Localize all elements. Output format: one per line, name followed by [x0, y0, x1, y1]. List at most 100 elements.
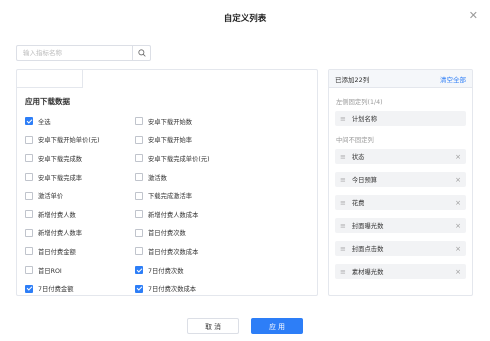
checkbox[interactable] [135, 191, 143, 200]
drag-handle-icon[interactable]: ≡ [340, 245, 346, 253]
checkbox[interactable] [25, 210, 33, 219]
selected-column-item[interactable]: ≡ 状态 × [335, 149, 466, 164]
option-row: 新增付费人数 新增付费人数成本 [25, 205, 315, 224]
option-row: 安卓下载完成率 激活数 [25, 168, 315, 187]
option-label: 7日付费金额 [38, 286, 74, 294]
column-label: 封面点击数 [351, 246, 384, 253]
metric-option[interactable]: 安卓下载开始率 [135, 131, 245, 150]
selected-column-item[interactable]: ≡ 封面点击数 × [335, 241, 466, 256]
metric-option[interactable]: 安卓下载完成数 [25, 149, 135, 168]
metric-option[interactable]: 7日付费次数成本 [135, 279, 245, 295]
dialog-title: 自定义列表 [223, 14, 267, 24]
metric-option[interactable]: 新增付费人数 [25, 205, 135, 224]
metric-options-grid: 全选 安卓下载开始数 安卓下载开始单价(元) 安卓下载开始率 安卓下载完成数 安卓下载完成… [25, 112, 315, 295]
category-tab[interactable] [17, 70, 83, 88]
checkbox[interactable] [25, 135, 33, 144]
option-row: 激活单价 下载完成激活率 [25, 186, 315, 205]
selected-column-item[interactable]: ≡ 今日预算 × [335, 172, 466, 187]
checkbox[interactable] [135, 117, 143, 126]
close-icon[interactable]: ✕ [469, 10, 478, 21]
metric-option[interactable]: 安卓下载开始单价(元) [25, 131, 135, 150]
metric-option[interactable]: 激活数 [135, 168, 245, 187]
option-label: 7日付费次数 [148, 267, 184, 275]
option-row: 首日付费金额 首日付费次数成本 [25, 242, 315, 261]
metric-option[interactable]: 首日付费金额 [25, 242, 135, 261]
apply-button[interactable]: 应 用 [251, 318, 303, 334]
custom-columns-dialog: 自定义列表 ✕ 输入指标名称 应用下载数据 全选 安卓下载开始数 安卓下载开始单价(… [0, 0, 490, 341]
metric-option[interactable]: 新增付费人数成本 [135, 205, 245, 224]
column-label: 今日预算 [351, 177, 378, 184]
checkbox[interactable] [25, 284, 33, 293]
selected-column-item[interactable]: ≡ 素材曝光数 × [335, 264, 466, 279]
drag-handle-icon[interactable]: ≡ [340, 176, 346, 184]
search-input[interactable]: 输入指标名称 [17, 46, 132, 60]
metric-option[interactable]: 新增付费人数率 [25, 224, 135, 243]
drag-handle-icon[interactable]: ≡ [340, 222, 346, 230]
search-icon [137, 49, 146, 57]
column-label: 状态 [351, 154, 365, 161]
remove-icon[interactable]: × [455, 268, 461, 276]
option-label: 新增付费人数 [38, 211, 76, 219]
option-label: 7日付费次数成本 [148, 286, 197, 294]
checkbox[interactable] [25, 117, 33, 126]
remove-icon[interactable]: × [455, 222, 461, 230]
option-label: 安卓下载完成率 [38, 174, 83, 182]
drag-handle-icon[interactable]: ≡ [340, 115, 346, 123]
metric-option[interactable]: 7日付费金额 [25, 279, 135, 295]
option-label: 全选 [38, 118, 51, 126]
checkbox[interactable] [25, 266, 33, 275]
selected-column-item[interactable]: ≡ 计划名称 [335, 111, 466, 126]
selected-columns-panel: 已添加22列 清空全部 左侧固定列(1/4) ≡ 计划名称 中间不固定列 ≡ 状态 ×… [328, 69, 473, 296]
metric-option[interactable]: 首日付费次数成本 [135, 242, 245, 261]
checkbox[interactable] [135, 210, 143, 219]
option-label: 安卓下载开始数 [148, 118, 193, 126]
metric-option[interactable]: 下载完成激活率 [135, 186, 245, 205]
metric-option[interactable]: 安卓下载完成单价(元) [135, 149, 245, 168]
selected-column-item[interactable]: ≡ 封面曝光数 × [335, 218, 466, 233]
checkbox[interactable] [25, 173, 33, 182]
search-box: 输入指标名称 [16, 45, 151, 61]
metric-option[interactable]: 首日ROI [25, 261, 135, 280]
metric-option[interactable]: 安卓下载完成率 [25, 168, 135, 187]
metric-option[interactable]: 全选 [25, 112, 135, 131]
metric-option[interactable]: 激活单价 [25, 186, 135, 205]
remove-icon[interactable]: × [455, 176, 461, 184]
drag-handle-icon[interactable]: ≡ [340, 268, 346, 276]
middle-columns-list: ≡ 状态 × ≡ 今日预算 × ≡ 花费 × ≡ 封面曝光数 × ≡ 封面点击数 × ≡ 素材曝光数 × [329, 149, 472, 279]
drag-handle-icon[interactable]: ≡ [340, 153, 346, 161]
clear-all-link[interactable]: 清空全部 [440, 74, 466, 84]
checkbox[interactable] [135, 266, 143, 275]
option-label: 新增付费人数率 [38, 230, 83, 238]
checkbox[interactable] [25, 228, 33, 237]
option-label: 安卓下载完成单价(元) [148, 155, 210, 163]
checkbox[interactable] [135, 154, 143, 163]
checkbox[interactable] [135, 284, 143, 293]
option-label: 激活单价 [38, 193, 64, 201]
remove-icon[interactable]: × [455, 245, 461, 253]
middle-columns-label: 中间不固定列 [336, 137, 374, 144]
option-row: 安卓下载开始单价(元) 安卓下载开始率 [25, 131, 315, 150]
cancel-button[interactable]: 取 消 [187, 318, 239, 334]
checkbox[interactable] [25, 154, 33, 163]
selected-column-item[interactable]: ≡ 花费 × [335, 195, 466, 210]
fixed-columns-list: ≡ 计划名称 [329, 111, 472, 126]
checkbox[interactable] [135, 135, 143, 144]
drag-handle-icon[interactable]: ≡ [340, 199, 346, 207]
checkbox[interactable] [25, 191, 33, 200]
search-button[interactable] [132, 46, 150, 60]
checkbox[interactable] [135, 173, 143, 182]
remove-icon[interactable]: × [455, 199, 461, 207]
option-label: 首日付费次数成本 [148, 248, 199, 256]
metric-option[interactable]: 安卓下载开始数 [135, 112, 245, 131]
checkbox[interactable] [135, 228, 143, 237]
metric-option[interactable]: 7日付费次数 [135, 261, 245, 280]
remove-icon[interactable]: × [455, 153, 461, 161]
column-label: 素材曝光数 [351, 269, 384, 276]
option-row: 7日付费金额 7日付费次数成本 [25, 279, 315, 295]
selected-header: 已添加22列 清空全部 [329, 70, 472, 88]
dialog-footer: 取 消 应 用 [0, 318, 490, 334]
checkbox[interactable] [135, 247, 143, 256]
column-label: 封面曝光数 [351, 223, 384, 230]
checkbox[interactable] [25, 247, 33, 256]
metric-option[interactable]: 首日付费次数 [135, 224, 245, 243]
